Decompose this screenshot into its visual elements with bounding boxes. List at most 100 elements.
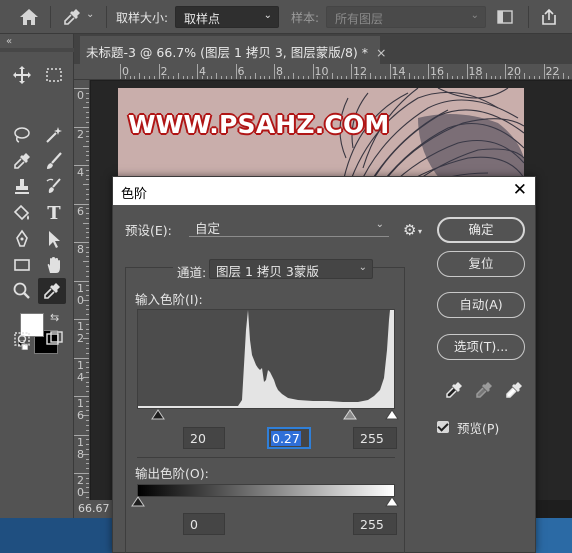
screen-mode-tool[interactable] [40,326,68,352]
document-tab[interactable]: 未标题-3 @ 66.7% (图层 1 拷贝 3, 图层蒙版/8) * × [80,36,386,64]
reset-button[interactable]: 复位 [437,251,525,277]
ruler-tick [538,76,540,79]
history-brush-tool[interactable] [40,174,68,200]
ruler-tick [86,371,89,373]
ruler-tick [86,458,89,460]
eyedropper-tool[interactable] [38,278,66,304]
zoom-status[interactable]: 66.67 [74,500,114,518]
ruler-tick [235,64,237,79]
crop-eyedropper-tool[interactable] [8,148,36,174]
ruler-tick [172,76,174,79]
ruler-tick [74,203,89,205]
options-button[interactable]: 选项(T)... [437,334,525,360]
tools-panel: « T ⇆ [0,34,74,518]
zoom-tool[interactable] [8,278,36,304]
swap-colors-icon[interactable]: ⇆ [50,311,59,324]
ruler-tick [466,64,468,79]
ruler-tick [278,76,280,79]
pen-tool[interactable] [8,226,36,252]
separator [106,6,107,28]
ruler-tick [312,64,314,79]
move-tool[interactable] [8,62,36,88]
quick-mask-tool[interactable] [8,326,36,352]
ruler-tick [86,343,89,345]
ruler-tick [509,76,511,79]
magic-wand-tool[interactable] [40,122,68,148]
preview-checkbox[interactable] [437,421,449,433]
input-gamma-slider[interactable] [343,409,357,420]
horizontal-ruler[interactable]: 0 2 4 6 8 10 12 14 16 18 20 22 [74,64,572,80]
ruler-tick [432,76,434,79]
sample-size-select[interactable]: 取样点 ⌄ [175,6,279,28]
marquee-icon [46,68,62,82]
stamp-tool[interactable] [8,174,36,200]
input-black-field[interactable]: 20 [183,427,225,449]
auto-button[interactable]: 自动(A) [437,292,525,318]
vertical-ruler[interactable]: 0 2 4 6 8 1 0 1 2 1 4 1 6 1 8 2 0 [74,80,90,500]
channel-select[interactable]: 图层 1 拷贝 3蒙版 ⌄ [209,259,373,279]
home-icon[interactable] [18,7,40,27]
output-black-slider[interactable] [131,496,145,507]
ruler-tick [86,347,89,349]
ruler-tick [83,184,89,186]
input-white-field[interactable]: 255 [353,427,397,449]
input-black-slider[interactable] [151,409,165,420]
chevron-down-icon[interactable]: ▾ [418,227,422,236]
output-white-slider[interactable] [385,496,399,507]
ruler-tick [375,76,377,79]
ruler-tick [365,76,367,79]
ruler-tick [74,357,89,359]
ruler-tick [83,222,89,224]
marquee-tool[interactable] [40,62,68,88]
close-icon[interactable]: ✕ [513,180,527,200]
preset-select[interactable]: 自定 ⌄ [189,217,389,237]
ruler-tick [86,463,89,465]
sample-select[interactable]: 所有图层 ⌄ [326,6,486,28]
output-black-field[interactable]: 0 [183,513,225,535]
gear-icon[interactable]: ⚙ [403,221,416,239]
hand-tool[interactable] [40,252,68,278]
dialog-titlebar[interactable]: 色阶 ✕ [113,177,535,205]
input-white-slider[interactable] [385,409,399,420]
ruler-tick [86,352,89,354]
pen-icon [16,229,28,247]
ruler-tick [86,208,89,210]
ruler-tick [187,76,189,79]
share-icon[interactable] [540,8,558,26]
ruler-tick [74,280,89,282]
ruler-tick [408,73,410,79]
ruler-tick [567,76,569,79]
output-black-value: 0 [190,517,198,532]
eyedropper-icon[interactable] [62,7,82,27]
ruler-tick [230,76,232,79]
ruler-tick [341,76,343,79]
ruler-tick [389,64,391,79]
ruler-tick [524,73,526,79]
taskbar-highlight [536,518,572,553]
path-selection-tool[interactable] [40,226,68,252]
lasso-tool[interactable] [8,122,36,148]
rectangle-tool[interactable] [8,252,36,278]
panel-grip[interactable] [0,48,74,52]
gray-eyedropper-icon[interactable] [475,381,493,399]
black-eyedropper-icon[interactable] [445,381,463,399]
sample-icon[interactable] [496,8,514,26]
brush-tool[interactable] [40,148,68,174]
input-gamma-field[interactable]: 0.27 [267,427,311,449]
ruler-tick [83,492,89,494]
ruler-tick [74,242,89,243]
eraser-fill-tool[interactable] [8,200,36,226]
collapse-panel-icon[interactable]: « [6,36,12,47]
ruler-tick [83,145,89,147]
chevron-down-icon[interactable]: ⌄ [86,9,94,20]
white-eyedropper-icon[interactable] [505,381,523,399]
ok-button[interactable]: 确定 [437,217,525,243]
type-tool[interactable]: T [40,200,68,226]
close-icon[interactable]: × [376,45,386,60]
output-white-field[interactable]: 255 [353,513,397,535]
histogram-graph [138,310,394,408]
ruler-tick [86,193,89,195]
ruler-tick [86,217,89,219]
ruler-tick [557,76,559,79]
ruler-tick [83,376,89,378]
